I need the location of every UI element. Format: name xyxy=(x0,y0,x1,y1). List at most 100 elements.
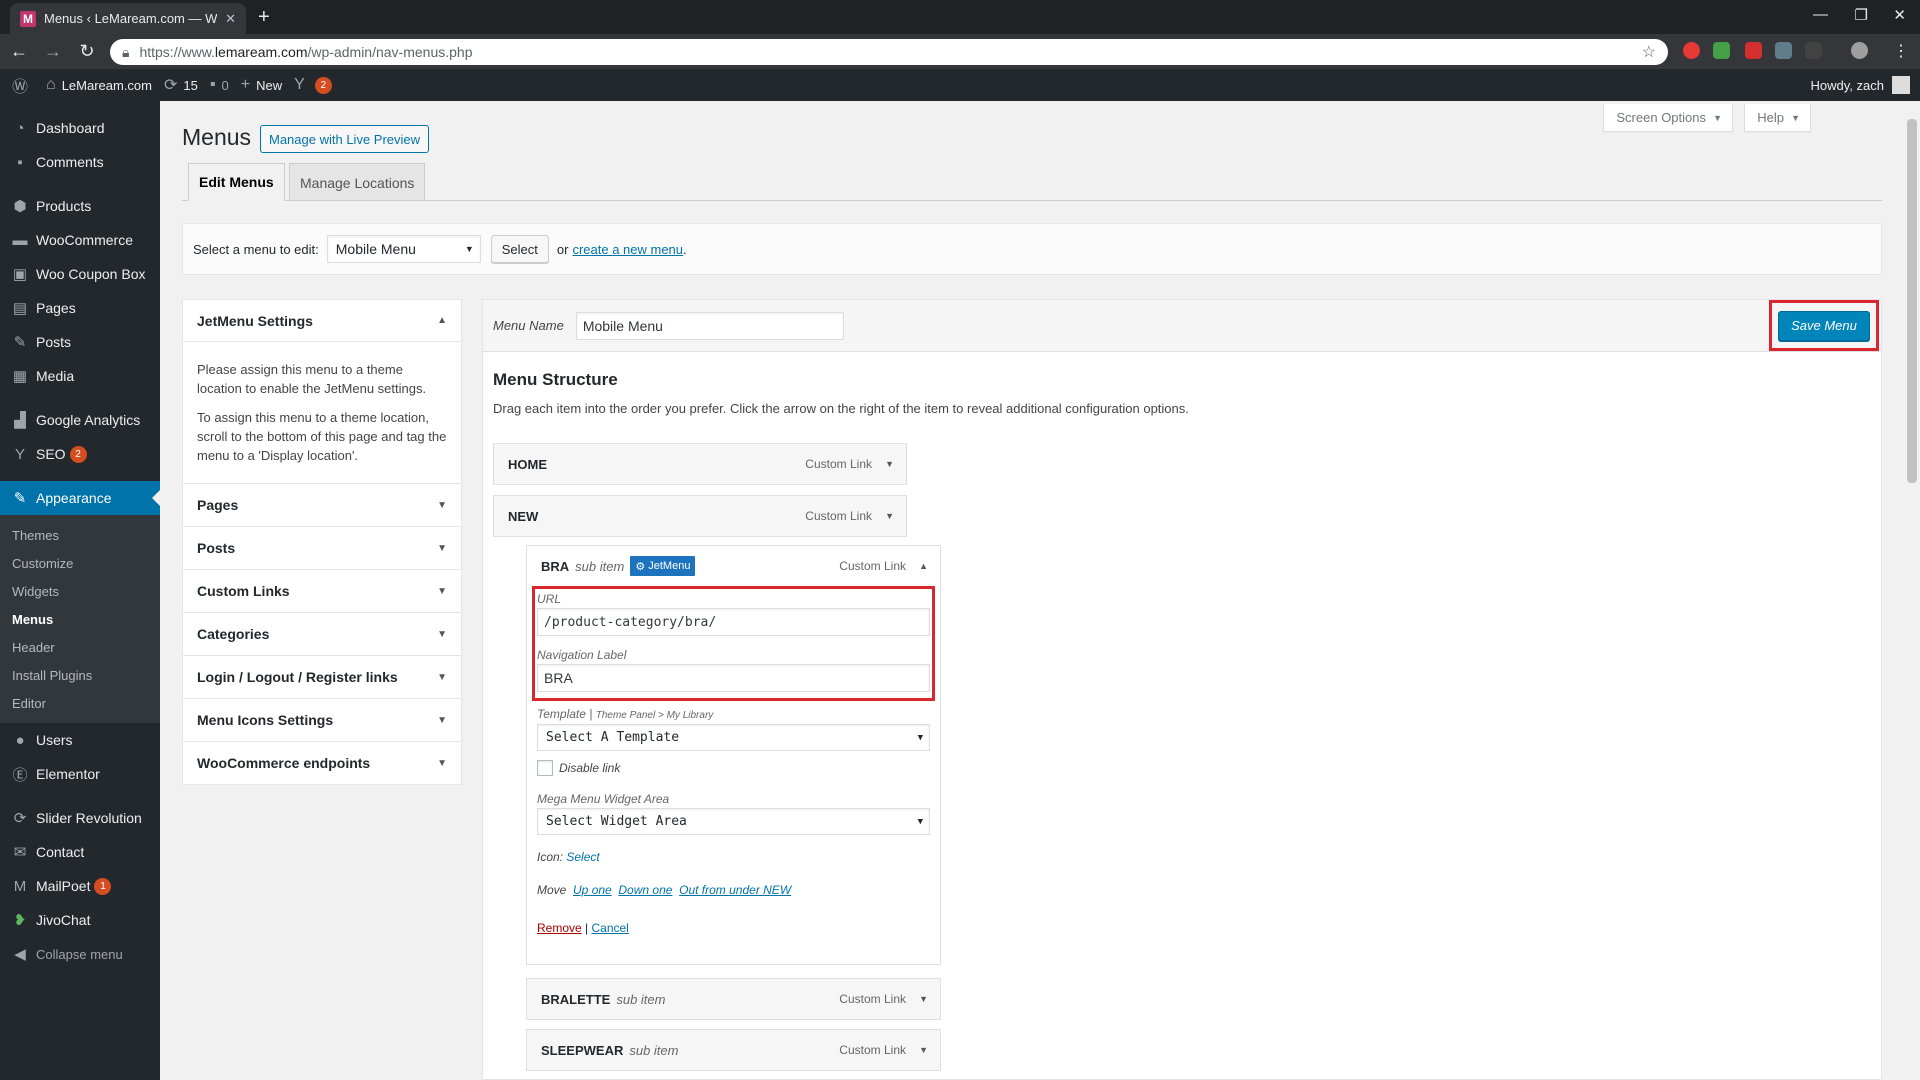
sidebar-item-comments[interactable]: ▪ Comments xyxy=(0,145,160,179)
reload-icon[interactable]: ↻ xyxy=(72,41,102,62)
menu-select-dropdown[interactable]: Mobile Menu ▼ xyxy=(326,235,481,263)
move-out-link[interactable]: Out from under NEW xyxy=(679,883,791,897)
sidebar-item-slider-revolution[interactable]: ⟳ Slider Revolution xyxy=(0,801,160,835)
accordion-pages[interactable]: Pages ▼ xyxy=(182,484,462,527)
sidebar-item-users[interactable]: ● Users xyxy=(0,723,160,757)
my-account[interactable]: Howdy, zach xyxy=(1811,69,1910,101)
disable-link-checkbox[interactable] xyxy=(537,760,553,776)
jetmenu-badge[interactable]: ⚙ JetMenu xyxy=(630,556,696,576)
page-scrollbar[interactable] xyxy=(1904,101,1920,1080)
sidebar-item-seo[interactable]: Y SEO 2 xyxy=(0,437,160,471)
menu-item-new[interactable]: NEW Custom Link ▼ xyxy=(493,495,907,537)
create-new-menu-link[interactable]: create a new menu xyxy=(572,242,683,257)
sidebar-item-contact[interactable]: ✉ Contact xyxy=(0,835,160,869)
move-up-link[interactable]: Up one xyxy=(573,883,612,897)
screen-options-button[interactable]: Screen Options ▼ xyxy=(1603,104,1733,132)
template-links[interactable]: Theme Panel > My Library xyxy=(596,710,714,721)
close-tab-icon[interactable]: ✕ xyxy=(225,11,236,27)
jetmenu-settings-header[interactable]: JetMenu Settings ▲ xyxy=(182,299,462,342)
help-button[interactable]: Help ▼ xyxy=(1744,104,1811,132)
bookmark-star-icon[interactable]: ☆ xyxy=(1642,42,1656,62)
url-input[interactable]: /product-category/bra/ xyxy=(537,608,930,636)
submenu-widgets[interactable]: Widgets xyxy=(0,577,160,605)
select-button[interactable]: Select xyxy=(490,235,549,263)
caret-down-icon[interactable]: ▼ xyxy=(885,459,894,469)
submenu-menus[interactable]: Menus xyxy=(0,605,160,633)
disable-link-row: Disable link xyxy=(537,760,620,776)
extension-icon[interactable] xyxy=(1745,42,1762,59)
submenu-themes[interactable]: Themes xyxy=(0,521,160,549)
sidebar-item-posts[interactable]: ✎ Posts xyxy=(0,325,160,359)
new-tab-icon[interactable]: + xyxy=(258,6,270,29)
yoast-link[interactable]: Y2 xyxy=(294,69,332,101)
sidebar-item-products[interactable]: ⬢ Products xyxy=(0,189,160,223)
menu-name-label: Menu Name xyxy=(493,318,564,333)
tab-edit-menus[interactable]: Edit Menus xyxy=(188,163,285,201)
menu-item-bralette[interactable]: BRALETTE sub item Custom Link ▼ xyxy=(526,978,941,1020)
icon-row: Icon: Select xyxy=(537,850,600,864)
comments-link[interactable]: ▪ 0 xyxy=(210,69,229,101)
sidebar-item-pages[interactable]: ▤ Pages xyxy=(0,291,160,325)
site-name-link[interactable]: ⌂ LeMaream.com xyxy=(46,69,152,101)
cancel-link[interactable]: Cancel xyxy=(591,921,628,935)
menu-item-sleepwear[interactable]: SLEEPWEAR sub item Custom Link ▼ xyxy=(526,1029,941,1071)
extension-icon[interactable] xyxy=(1805,42,1822,59)
nav-label-label: Navigation Label xyxy=(537,648,627,662)
collapse-menu-button[interactable]: ◀ Collapse menu xyxy=(0,937,160,971)
sidebar-item-woo-coupon-box[interactable]: ▣ Woo Coupon Box xyxy=(0,257,160,291)
address-bar[interactable]: 🔒︎ https://www. lemaream.com/wp-admin/nav… xyxy=(110,39,1668,65)
live-preview-button[interactable]: Manage with Live Preview xyxy=(260,125,430,153)
extension-icon[interactable] xyxy=(1683,42,1700,59)
scrollbar-thumb[interactable] xyxy=(1907,119,1917,483)
sidebar-item-appearance[interactable]: ✎ Appearance xyxy=(0,481,160,515)
wp-logo[interactable]: Ⓦ xyxy=(12,69,34,101)
sidebar-item-jivochat[interactable]: ❥ JivoChat xyxy=(0,903,160,937)
extension-icon[interactable] xyxy=(1713,42,1730,59)
sidebar-item-media[interactable]: ▦ Media xyxy=(0,359,160,393)
remove-link[interactable]: Remove xyxy=(537,921,582,935)
new-content-link[interactable]: + New xyxy=(241,69,282,101)
forward-icon[interactable]: → xyxy=(38,41,68,62)
profile-icon[interactable] xyxy=(1851,42,1868,59)
submenu-header[interactable]: Header xyxy=(0,633,160,661)
accordion-custom-links[interactable]: Custom Links ▼ xyxy=(182,570,462,613)
caret-down-icon[interactable]: ▼ xyxy=(919,994,928,1004)
accordion-login-links[interactable]: Login / Logout / Register links ▼ xyxy=(182,656,462,699)
sidebar-item-woocommerce[interactable]: ▬ WooCommerce xyxy=(0,223,160,257)
move-down-link[interactable]: Down one xyxy=(618,883,672,897)
accordion-woocommerce-endpoints[interactable]: WooCommerce endpoints ▼ xyxy=(182,742,462,785)
back-icon[interactable]: ← xyxy=(4,41,34,62)
accordion-posts[interactable]: Posts ▼ xyxy=(182,527,462,570)
menu-name-input[interactable]: Mobile Menu xyxy=(575,311,844,340)
browser-menu-icon[interactable]: ⋮ xyxy=(1893,41,1909,61)
submenu-install-plugins[interactable]: Install Plugins xyxy=(0,661,160,689)
sidebar-item-elementor[interactable]: Ⓔ Elementor xyxy=(0,757,160,791)
widget-area-value: Select Widget Area xyxy=(546,814,687,829)
widget-area-select[interactable]: Select Widget Area ▼ xyxy=(537,808,930,835)
browser-tab[interactable]: M Menus ‹ LeMaream.com — Word ✕ xyxy=(10,3,246,34)
sidebar-item-mailpoet[interactable]: M MailPoet 1 xyxy=(0,869,160,903)
sidebar-item-google-analytics[interactable]: ▟ Google Analytics xyxy=(0,403,160,437)
window-close-icon[interactable]: ✕ xyxy=(1893,6,1906,24)
url-label: URL xyxy=(537,592,562,606)
comments-icon: ▪ xyxy=(17,153,23,171)
menu-item-home[interactable]: HOME Custom Link ▼ xyxy=(493,443,907,485)
accordion-menu-icons[interactable]: Menu Icons Settings ▼ xyxy=(182,699,462,742)
save-menu-button[interactable]: Save Menu xyxy=(1778,310,1870,341)
submenu-customize[interactable]: Customize xyxy=(0,549,160,577)
submenu-editor[interactable]: Editor xyxy=(0,689,160,717)
restore-icon[interactable]: ❐ xyxy=(1855,6,1868,24)
extension-icon[interactable] xyxy=(1775,42,1792,59)
sidebar-item-dashboard[interactable]: ◔ Dashboard xyxy=(0,111,160,145)
accordion-categories[interactable]: Categories ▼ xyxy=(182,613,462,656)
caret-down-icon[interactable]: ▼ xyxy=(919,1045,928,1055)
template-select[interactable]: Select A Template ▼ xyxy=(537,724,930,751)
nav-label-input[interactable]: BRA xyxy=(537,664,930,692)
tab-manage-locations[interactable]: Manage Locations xyxy=(289,163,426,201)
caret-down-icon[interactable]: ▼ xyxy=(885,511,894,521)
icon-select-link[interactable]: Select xyxy=(566,850,599,864)
updates-link[interactable]: ⟳ 15 xyxy=(164,69,198,101)
minimize-icon[interactable]: — xyxy=(1813,6,1828,23)
caret-up-icon[interactable]: ▲ xyxy=(919,561,928,571)
menu-item-bra[interactable]: BRA sub item ⚙ JetMenu Custom Link ▲ xyxy=(526,545,941,587)
